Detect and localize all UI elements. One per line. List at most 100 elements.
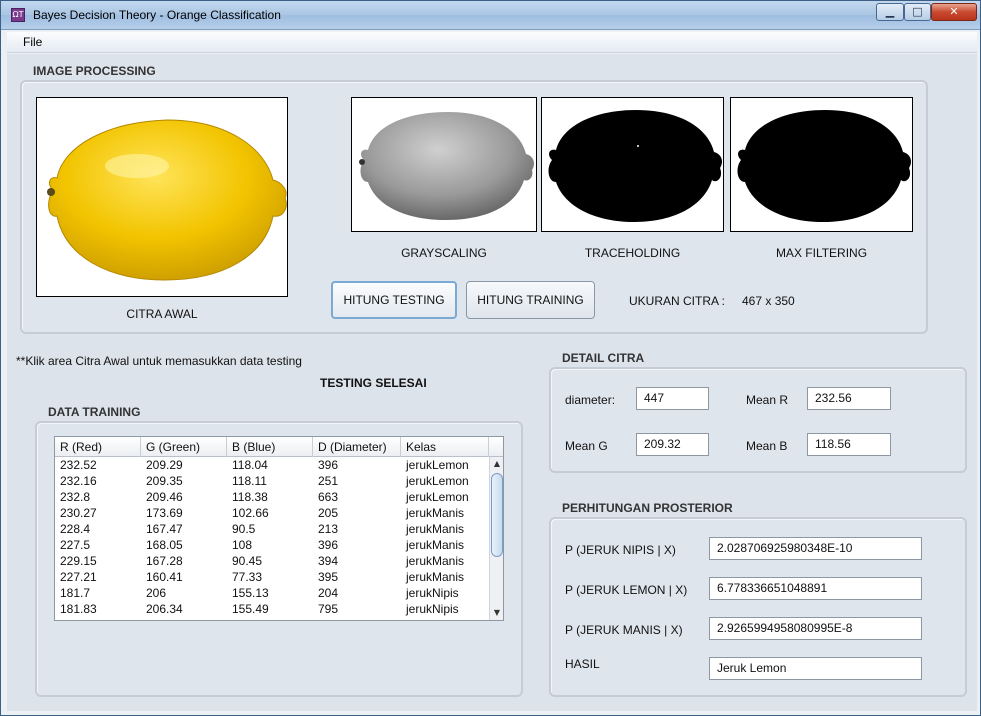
scroll-up-icon[interactable]: ▲ (491, 458, 503, 470)
hasil-label: HASIL (565, 657, 600, 671)
grayscale-image (351, 97, 537, 232)
table-cell: 209.35 (146, 474, 183, 488)
table-row[interactable]: 230.27 173.69 102.66 205 jerukManis (55, 505, 489, 521)
table-cell: jerukManis (406, 506, 465, 520)
column-header[interactable]: G (Green) (141, 437, 227, 457)
table-row[interactable]: 181.83 206.34 155.49 795 jerukNipis (55, 601, 489, 617)
table-cell: 396 (318, 458, 339, 472)
table-cell: 181.7 (60, 586, 91, 600)
p-manis-label: P (JERUK MANIS | X) (565, 623, 683, 637)
p-nipis-label: P (JERUK NIPIS | X) (565, 543, 676, 557)
lemon-grayscale-image (359, 112, 534, 220)
lemon-maxfilter-image (737, 110, 911, 222)
threshold-image (541, 97, 724, 232)
table-cell: 118.11 (232, 474, 267, 488)
p-lemon-field[interactable]: 6.778336651048891 (709, 577, 922, 600)
data-training-title: DATA TRAINING (48, 405, 141, 419)
training-table: R (Red) G (Green) B (Blue) D (Diameter) … (54, 436, 504, 621)
column-header[interactable]: Kelas (401, 437, 489, 457)
detail-citra-title: DETAIL CITRA (562, 351, 645, 365)
hint-text: **Klik area Citra Awal untuk memasukkan … (16, 354, 302, 368)
hasil-field[interactable]: Jeruk Lemon (709, 657, 922, 680)
table-cell: jerukLemon (406, 474, 469, 488)
table-cell: 227.5 (60, 538, 91, 552)
table-cell: jerukNipis (406, 602, 459, 616)
window-title: Bayes Decision Theory - Orange Classific… (33, 8, 281, 22)
table-cell: jerukManis (406, 554, 465, 568)
table-row[interactable]: 227.21 160.41 77.33 395 jerukManis (55, 569, 489, 585)
table-cell: 155.13 (232, 586, 269, 600)
mean-b-field[interactable]: 118.56 (807, 433, 891, 456)
diameter-field[interactable]: 447 (636, 387, 709, 410)
table-cell: 204 (318, 586, 339, 600)
table-cell: 77.33 (232, 570, 263, 584)
close-icon: ✕ (949, 5, 959, 18)
max-filter-image (730, 97, 913, 232)
column-header[interactable]: D (Diameter) (313, 437, 401, 457)
minimize-button[interactable]: ▁ (876, 3, 904, 21)
table-row[interactable]: 228.4 167.47 90.5 213 jerukManis (55, 521, 489, 537)
table-cell: 209.29 (146, 458, 183, 472)
table-row[interactable]: 229.15 167.28 90.45 394 jerukManis (55, 553, 489, 569)
table-cell: 108 (232, 538, 253, 552)
close-button[interactable]: ✕ (931, 3, 977, 21)
table-cell: jerukManis (406, 522, 465, 536)
table-cell: 232.52 (60, 458, 97, 472)
table-row[interactable]: 232.52 209.29 118.04 396 jerukLemon (55, 457, 489, 473)
table-cell: jerukLemon (406, 458, 469, 472)
table-cell: 173.69 (146, 506, 183, 520)
table-cell: 251 (318, 474, 339, 488)
p-nipis-field[interactable]: 2.028706925980348E-10 (709, 537, 922, 560)
table-cell: 213 (318, 522, 339, 536)
table-cell: jerukNipis (406, 586, 459, 600)
table-cell: 396 (318, 538, 339, 552)
content-area: IMAGE PROCESSING CITRA AWAL GRAYSCALING … (7, 54, 977, 711)
image-processing-title: IMAGE PROCESSING (33, 64, 156, 78)
table-cell: 155.49 (232, 602, 269, 616)
menu-file[interactable]: File (23, 35, 42, 49)
column-header[interactable]: B (Blue) (227, 437, 313, 457)
app-window: ΩT Bayes Decision Theory - Orange Classi… (0, 0, 981, 716)
table-scrollbar[interactable]: ▲ ▼ (489, 457, 503, 620)
table-cell: 228.4 (60, 522, 91, 536)
caption-traceholding: TRACEHOLDING (584, 246, 681, 260)
caption-grayscaling: GRAYSCALING (401, 246, 487, 260)
mean-g-label: Mean G (565, 439, 608, 453)
original-image[interactable] (36, 97, 288, 297)
table-cell: jerukManis (406, 538, 465, 552)
maximize-button[interactable]: □ (904, 3, 931, 21)
table-row[interactable]: 227.5 168.05 108 396 jerukManis (55, 537, 489, 553)
table-row[interactable]: 181.7 206 155.13 204 jerukNipis (55, 585, 489, 601)
table-row[interactable]: 232.8 209.46 118.38 663 jerukLemon (55, 489, 489, 505)
caption-max-filtering: MAX FILTERING (775, 246, 868, 260)
table-cell: 232.16 (60, 474, 97, 488)
table-cell: 230.27 (60, 506, 97, 520)
table-cell: 663 (318, 490, 339, 504)
lemon-mask-image (548, 110, 722, 222)
scroll-down-icon[interactable]: ▼ (491, 607, 503, 619)
table-cell: 395 (318, 570, 339, 584)
table-cell: 394 (318, 554, 339, 568)
posterior-title: PERHITUNGAN PROSTERIOR (562, 501, 733, 515)
minimize-icon: ▁ (885, 5, 895, 18)
mean-g-field[interactable]: 209.32 (636, 433, 709, 456)
hitung-training-button[interactable]: HITUNG TRAINING (466, 281, 595, 319)
hitung-testing-button[interactable]: HITUNG TESTING (331, 281, 457, 319)
scroll-thumb[interactable] (491, 473, 503, 557)
table-cell: 206 (146, 586, 167, 600)
column-header[interactable]: R (Red) (55, 437, 141, 457)
table-cell: 167.47 (146, 522, 183, 536)
mean-r-label: Mean R (746, 393, 789, 407)
ukuran-citra-label: UKURAN CITRA : (629, 294, 726, 308)
p-manis-field[interactable]: 2.9265994958080995E-8 (709, 617, 922, 640)
table-cell: 102.66 (232, 506, 269, 520)
table-row[interactable]: 232.16 209.35 118.11 251 jerukLemon (55, 473, 489, 489)
mean-b-label: Mean B (746, 439, 788, 453)
table-cell: 90.45 (232, 554, 263, 568)
table-cell: jerukManis (406, 570, 465, 584)
title-bar[interactable]: ΩT Bayes Decision Theory - Orange Classi… (1, 1, 980, 30)
table-body: 232.52 209.29 118.04 396 jerukLemon 232.16 209… (55, 457, 489, 620)
maximize-icon: □ (912, 5, 923, 18)
status-text: TESTING SELESAI (320, 376, 427, 390)
mean-r-field[interactable]: 232.56 (807, 387, 891, 410)
